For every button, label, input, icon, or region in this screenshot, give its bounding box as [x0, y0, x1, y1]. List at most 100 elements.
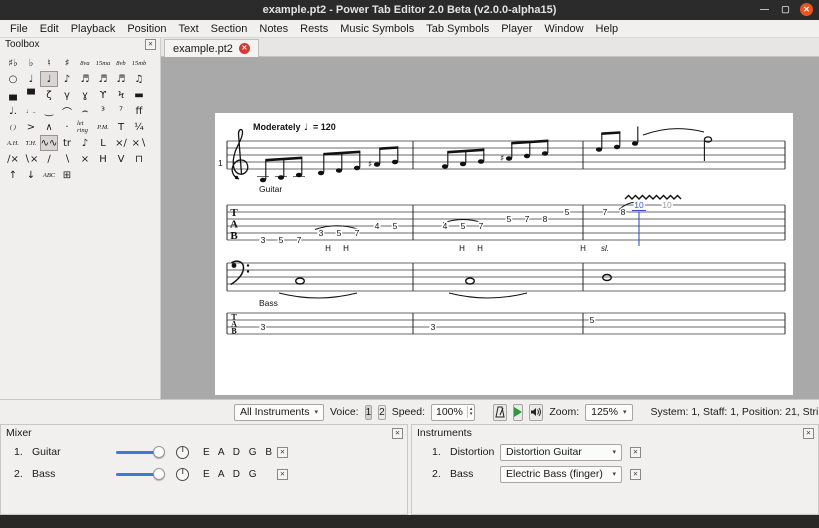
fret-number[interactable]: 5 [277, 234, 285, 247]
remove-track-button[interactable]: ✕ [277, 468, 288, 480]
trill-icon[interactable]: tr [58, 135, 76, 151]
remove-instrument-button[interactable]: ✕ [630, 468, 641, 480]
fret-number[interactable]: 3 [429, 321, 437, 334]
fret-number[interactable]: 7 [601, 206, 609, 219]
flat-icon[interactable]: ♭ [22, 55, 40, 71]
remove-track-button[interactable]: ✕ [277, 446, 288, 458]
ghost-note-icon[interactable]: ( ) [4, 119, 22, 135]
mixer-close-button[interactable]: ✕ [392, 428, 403, 439]
play-button[interactable] [513, 403, 524, 421]
tab-example-pt2[interactable]: example.pt2 ✕ [164, 39, 259, 57]
volume-slider[interactable] [116, 467, 165, 481]
slide-out-down-icon[interactable]: ×∕ [112, 135, 130, 151]
pan-knob[interactable] [176, 467, 189, 481]
speed-spinbox[interactable]: 100% ▴ ▾ [430, 403, 476, 421]
left-hand-fingering-icon[interactable]: L [94, 135, 112, 151]
tie-icon[interactable]: ‿ [40, 103, 58, 119]
fret-number[interactable]: 4 [441, 220, 449, 233]
thirtysecond-note-icon[interactable]: ♬ [94, 71, 112, 87]
fret-number[interactable]: 3 [317, 227, 325, 240]
voice-2-button[interactable]: 2 [378, 404, 386, 420]
double-dotted-note-icon[interactable]: ♩.. [22, 103, 40, 119]
fret-number[interactable]: 8 [619, 206, 627, 219]
triplet-icon[interactable]: ³ [94, 103, 112, 119]
maximize-button[interactable]: ▢ [779, 3, 792, 16]
quarter-note-icon[interactable]: ♩ [40, 71, 58, 87]
key-signature-icon[interactable]: ♯♭ [4, 55, 22, 71]
toolbox-close-button[interactable]: ✕ [145, 39, 156, 50]
slide-in-above-icon[interactable]: ∖× [22, 151, 40, 167]
hammer-on-icon[interactable]: H [94, 151, 112, 167]
beam-notes-icon[interactable]: ♫ [130, 71, 148, 87]
instrument-preset-dropdown[interactable]: Distortion Guitar ▾ [500, 443, 622, 461]
accent-icon[interactable]: > [22, 119, 40, 135]
pan-knob[interactable] [176, 445, 189, 459]
slider-handle[interactable] [153, 468, 165, 480]
octave-15mb-icon[interactable]: 15mb [130, 55, 148, 71]
multibar-rest-icon[interactable]: ▬ [130, 87, 148, 103]
fret-number[interactable]: 5 [391, 220, 399, 233]
eighth-rest-icon[interactable]: γ [58, 87, 76, 103]
fret-number[interactable]: 3 [259, 321, 267, 334]
score-scroll-area[interactable]: Moderately ♩ = 120 1 T A B T A B Guitar … [161, 57, 819, 399]
menu-player[interactable]: Player [495, 23, 538, 35]
score-page[interactable]: Moderately ♩ = 120 1 T A B T A B Guitar … [215, 113, 793, 395]
fret-number[interactable]: 7 [477, 220, 485, 233]
text-icon[interactable]: ABC [40, 167, 58, 183]
palm-mute-icon[interactable]: P.M. [94, 119, 112, 135]
volume-slider[interactable] [116, 445, 165, 459]
shift-slide-icon[interactable]: ∕ [40, 151, 58, 167]
menu-help[interactable]: Help [590, 23, 625, 35]
fret-number[interactable]: 7 [523, 213, 531, 226]
slider-handle[interactable] [153, 446, 165, 458]
menu-tab-symbols[interactable]: Tab Symbols [420, 23, 495, 35]
dotted-note-icon[interactable]: ♩. [4, 103, 22, 119]
whole-note-icon[interactable]: ○ [4, 71, 22, 87]
irregular-group-icon[interactable]: ⁷ [112, 103, 130, 119]
menu-notes[interactable]: Notes [253, 23, 294, 35]
menu-window[interactable]: Window [538, 23, 589, 35]
instrument-preset-dropdown[interactable]: Electric Bass (finger) ▾ [500, 465, 622, 483]
fret-number[interactable]: 4 [373, 220, 381, 233]
octave-8vb-icon[interactable]: 8vb [112, 55, 130, 71]
half-rest-icon[interactable]: ▀ [22, 87, 40, 103]
score-canvas[interactable]: Moderately ♩ = 120 1 T A B T A B Guitar … [215, 113, 793, 395]
slur-icon[interactable]: ⌒ [58, 103, 76, 119]
midi-output-button[interactable] [529, 403, 544, 421]
vibrato-icon[interactable]: ∿∿ [40, 135, 58, 151]
pickstroke-down-icon[interactable]: ⊓ [130, 151, 148, 167]
arpeggio-down-icon[interactable]: ↓ [22, 167, 40, 183]
metronome-button[interactable] [493, 403, 508, 421]
slide-out-up-icon[interactable]: ×∖ [130, 135, 148, 151]
legato-slide-icon[interactable]: ∖ [58, 151, 76, 167]
menu-edit[interactable]: Edit [34, 23, 65, 35]
tempo-text[interactable]: Moderately [253, 122, 301, 132]
minimize-button[interactable]: — [758, 3, 771, 16]
menu-position[interactable]: Position [121, 23, 172, 35]
muted-note-icon[interactable]: × [76, 151, 94, 167]
heavy-accent-icon[interactable]: ∧ [40, 119, 58, 135]
sixteenth-note-icon[interactable]: ♬ [76, 71, 94, 87]
grace-note-icon[interactable]: ♪ [76, 135, 94, 151]
menu-file[interactable]: File [4, 23, 34, 35]
tempo-value[interactable]: = 120 [313, 122, 336, 132]
sharp-icon[interactable]: ♯ [58, 55, 76, 71]
fret-number[interactable]: 7 [353, 227, 361, 240]
let-ring-icon[interactable]: let ring [76, 119, 94, 135]
eighth-note-icon[interactable]: ♪ [58, 71, 76, 87]
instruments-close-button[interactable]: ✕ [803, 428, 814, 439]
dynamic-icon[interactable]: ff [130, 103, 148, 119]
sixtyfourth-note-icon[interactable]: ♬ [112, 71, 130, 87]
remove-instrument-button[interactable]: ✕ [630, 446, 641, 458]
spinner-arrows-icon[interactable]: ▴ ▾ [466, 406, 475, 418]
octave-15ma-icon[interactable]: 15ma [94, 55, 112, 71]
arpeggio-up-icon[interactable]: ↑ [4, 167, 22, 183]
sixtyfourth-rest-icon[interactable]: Ϟ [112, 87, 130, 103]
sixteenth-rest-icon[interactable]: ɣ [76, 87, 94, 103]
fret-number[interactable]: 7 [295, 234, 303, 247]
instrument-filter-dropdown[interactable]: All Instruments ▾ [234, 403, 324, 421]
chord-name-icon[interactable]: ⊞ [58, 167, 76, 183]
selected-fret-number[interactable]: 10 [633, 199, 646, 212]
fret-number[interactable]: 5 [563, 206, 571, 219]
menu-music-symbols[interactable]: Music Symbols [334, 23, 420, 35]
